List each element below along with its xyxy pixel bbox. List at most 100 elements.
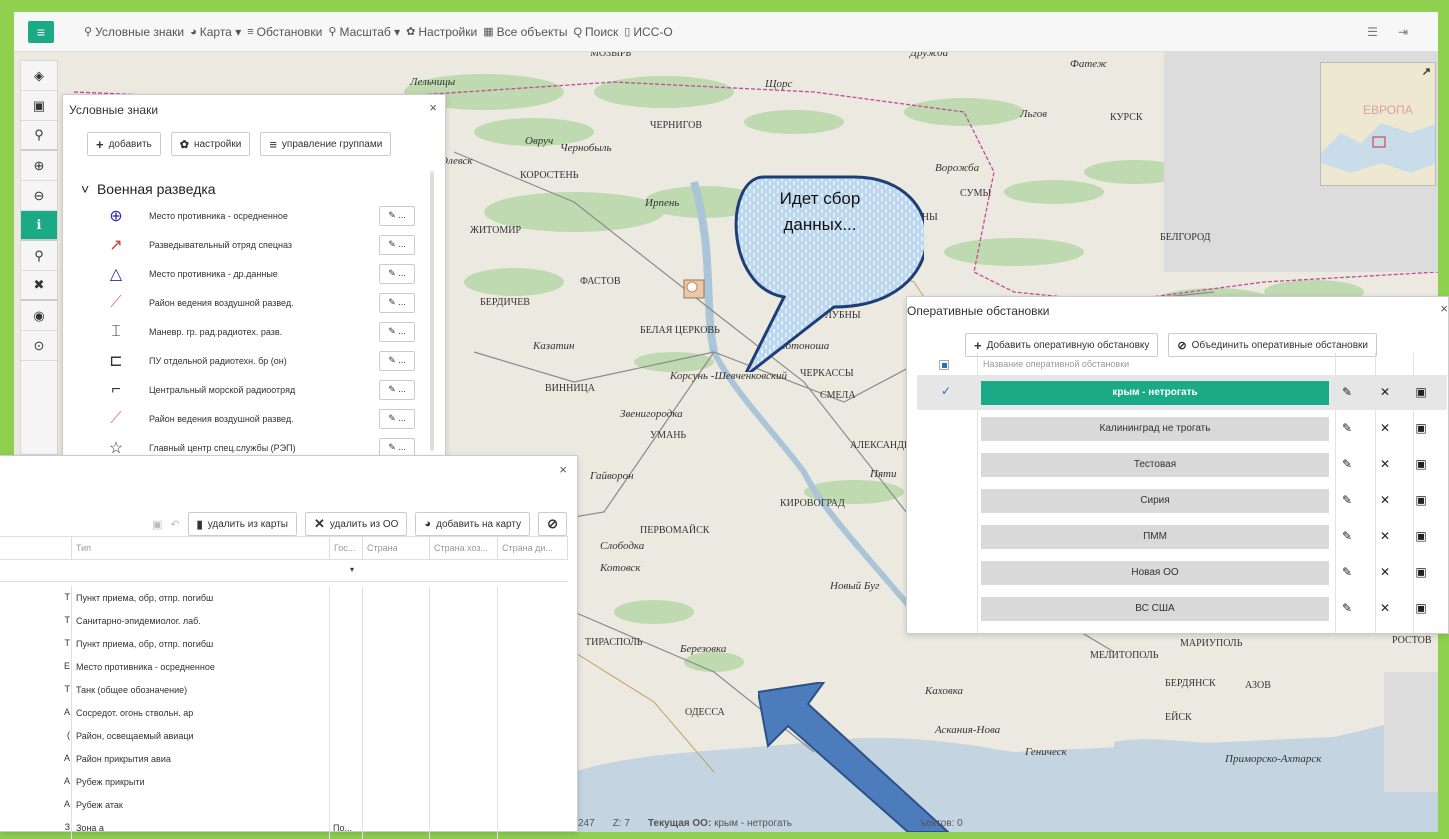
situation-row[interactable]: ВС США ✎ ✕ ▣ xyxy=(917,591,1447,626)
edit-button[interactable]: ✎ ... xyxy=(379,292,415,313)
legend-item[interactable]: ⌶ Маневр. гр. рад.радиотех. разв. ✎ ... xyxy=(101,317,419,346)
save-icon[interactable]: ▣ xyxy=(1413,528,1429,544)
table-row[interactable]: А Рубеж прикрыти xyxy=(0,770,568,793)
delete-icon[interactable]: ✕ xyxy=(1377,384,1393,400)
situation-name[interactable]: Тестовая xyxy=(981,452,1329,477)
edit-button[interactable]: ✎ ... xyxy=(379,350,415,371)
search-icon[interactable]: ⚲ xyxy=(21,241,57,271)
legend-item[interactable]: ⌐ Центральный морской радиоотряд ✎ ... xyxy=(101,375,419,404)
situation-name[interactable]: ВС США xyxy=(981,596,1329,621)
scrollbar[interactable] xyxy=(430,171,434,451)
groups-button[interactable]: ≡ управление группами xyxy=(260,132,392,156)
situation-row[interactable]: ✓ крым - нетрогать ✎ ✕ ▣ xyxy=(917,375,1447,410)
zoom-out-icon[interactable]: ⊖ xyxy=(21,181,57,211)
merge-situations-button[interactable]: ⊘ Объединить оперативные обстановки xyxy=(1168,333,1378,357)
close-icon[interactable]: × xyxy=(429,100,437,115)
info-icon[interactable]: ℹ xyxy=(21,211,57,241)
delete-icon[interactable]: ✕ xyxy=(1377,528,1393,544)
save-icon[interactable]: ▣ xyxy=(1413,420,1429,436)
add-button[interactable]: + добавить xyxy=(87,132,161,156)
situation-row[interactable]: Калининград не трогать ✎ ✕ ▣ xyxy=(917,411,1447,446)
table-row[interactable]: З Зона а По... xyxy=(0,816,568,839)
table-row[interactable]: (Район, освещаемый авиаци xyxy=(0,724,568,747)
table-row[interactable]: Т Санитарно-эпидемиолог. лаб. xyxy=(0,609,568,632)
table-row[interactable]: А Сосредот. огонь ствольн. ар xyxy=(0,701,568,724)
layers-icon[interactable]: ◈ xyxy=(21,61,57,91)
panel-toggle-icon[interactable]: ☰ xyxy=(1367,25,1378,39)
row-check-icon[interactable]: ✓ xyxy=(941,384,951,398)
menu-item[interactable]: ▯ ИСС-О xyxy=(624,25,672,39)
situation-row[interactable]: Тестовая ✎ ✕ ▣ xyxy=(917,447,1447,482)
menu-item[interactable]: ≡ Обстановки xyxy=(247,25,322,39)
situation-row[interactable]: ПММ ✎ ✕ ▣ xyxy=(917,519,1447,554)
edit-icon[interactable]: ✎ xyxy=(1339,420,1355,436)
select-all-checkbox[interactable] xyxy=(939,360,949,370)
save-icon[interactable]: ▣ xyxy=(1413,384,1429,400)
edit-icon[interactable]: ✎ xyxy=(1339,600,1355,616)
table-row[interactable]: Е Место противника - осредненное xyxy=(0,655,568,678)
delete-icon[interactable]: ✕ xyxy=(1377,456,1393,472)
delete-icon[interactable]: ✕ xyxy=(1377,492,1393,508)
section-title[interactable]: ˅ Военная разведка xyxy=(81,181,216,197)
edit-button[interactable]: ✎ ... xyxy=(379,321,415,342)
menu-item[interactable]: ▦ Все объекты xyxy=(483,25,567,39)
edit-icon[interactable]: ✎ xyxy=(1339,492,1355,508)
expand-icon[interactable]: ↗ xyxy=(1422,65,1431,78)
remove-from-map-button[interactable]: ▮ удалить из карты xyxy=(187,512,297,536)
menu-item[interactable]: Q Поиск xyxy=(573,25,618,39)
legend-item[interactable]: △ Место противника - др.данные ✎ ... xyxy=(101,259,419,288)
edit-icon[interactable]: ✎ xyxy=(1339,384,1355,400)
situation-name[interactable]: Калининград не трогать xyxy=(981,416,1329,441)
table-row[interactable]: А Рубеж атак xyxy=(0,793,568,816)
legend-item[interactable]: ↗ Разведывательный отряд спецназ ✎ ... xyxy=(101,230,419,259)
menu-item[interactable]: ◕ Карта ▾ xyxy=(190,25,241,39)
situation-row[interactable]: Сирия ✎ ✕ ▣ xyxy=(917,483,1447,518)
col-header[interactable] xyxy=(0,537,72,559)
edit-button[interactable]: ✎ ... xyxy=(379,408,415,429)
situation-row[interactable]: Новая ОО ✎ ✕ ▣ xyxy=(917,555,1447,590)
chevron-down-icon[interactable]: ▾ xyxy=(350,565,354,574)
edit-icon[interactable]: ✎ xyxy=(1339,528,1355,544)
situation-name[interactable]: ПММ xyxy=(981,524,1329,549)
frame-icon[interactable]: ▣ xyxy=(21,91,57,121)
menu-item[interactable]: ⚲ Условные знаки xyxy=(84,25,184,39)
eye-icon[interactable]: ◉ xyxy=(21,301,57,331)
minimap[interactable]: ЕВРОПА ↗ xyxy=(1320,62,1436,186)
delete-icon[interactable]: ✕ xyxy=(1377,600,1393,616)
legend-item[interactable]: ⟋ Район ведения воздушной развед. ✎ ... xyxy=(101,404,419,433)
table-row[interactable]: Т Пункт приема, обр, отпр. погибш xyxy=(0,632,568,655)
undo-icon[interactable]: ↶ xyxy=(170,518,179,531)
settings-button[interactable]: ✿ настройки xyxy=(170,132,251,156)
situation-name[interactable]: крым - нетрогать xyxy=(981,380,1329,405)
edit-icon[interactable]: ✎ xyxy=(1339,564,1355,580)
delete-icon[interactable]: ✕ xyxy=(1377,420,1393,436)
add-situation-button[interactable]: + Добавить оперативную обстановку xyxy=(965,333,1159,357)
save-icon[interactable]: ▣ xyxy=(1413,564,1429,580)
legend-item[interactable]: ⊏ ПУ отдельной радиотехн. бр (он) ✎ ... xyxy=(101,346,419,375)
edit-button[interactable]: ✎ ... xyxy=(379,379,415,400)
save-icon[interactable]: ▣ xyxy=(1413,492,1429,508)
legend-item[interactable]: ⊕ Место противника - осредненное ✎ ... xyxy=(101,201,419,230)
save-icon[interactable]: ▣ xyxy=(1413,600,1429,616)
zoom-in-icon[interactable]: ⊕ xyxy=(21,151,57,181)
hamburger-button[interactable]: ≡ xyxy=(28,20,54,43)
delete-icon[interactable]: ✕ xyxy=(1377,564,1393,580)
refresh-button[interactable]: ⊘ xyxy=(538,512,567,536)
close-icon[interactable]: × xyxy=(559,462,567,477)
col-header-type[interactable]: Тип xyxy=(72,537,330,559)
pin-icon[interactable]: ⚲ xyxy=(21,121,57,151)
legend-item[interactable]: ⟋ Район ведения воздушной развед. ✎ ... xyxy=(101,288,419,317)
close-icon[interactable]: × xyxy=(1440,301,1448,316)
upload-icon[interactable]: ⊙ xyxy=(21,331,57,361)
table-row[interactable]: А Район прикрытия авиа xyxy=(0,747,568,770)
filter-row[interactable]: ▾ xyxy=(0,560,568,582)
remove-from-oo-button[interactable]: ✕ удалить из ОО xyxy=(304,512,408,536)
situation-name[interactable]: Новая ОО xyxy=(981,560,1329,585)
col-header-owner-country[interactable]: Страна хоз... xyxy=(430,537,498,559)
edit-button[interactable]: ✎ ... xyxy=(379,205,415,226)
close-icon[interactable]: ✖ xyxy=(21,271,57,301)
save-icon[interactable]: ▣ xyxy=(1413,456,1429,472)
edit-button[interactable]: ✎ ... xyxy=(379,234,415,255)
add-to-map-button[interactable]: ◕ добавить на карту xyxy=(415,512,531,536)
col-header-gos[interactable]: Гос... xyxy=(330,537,363,559)
